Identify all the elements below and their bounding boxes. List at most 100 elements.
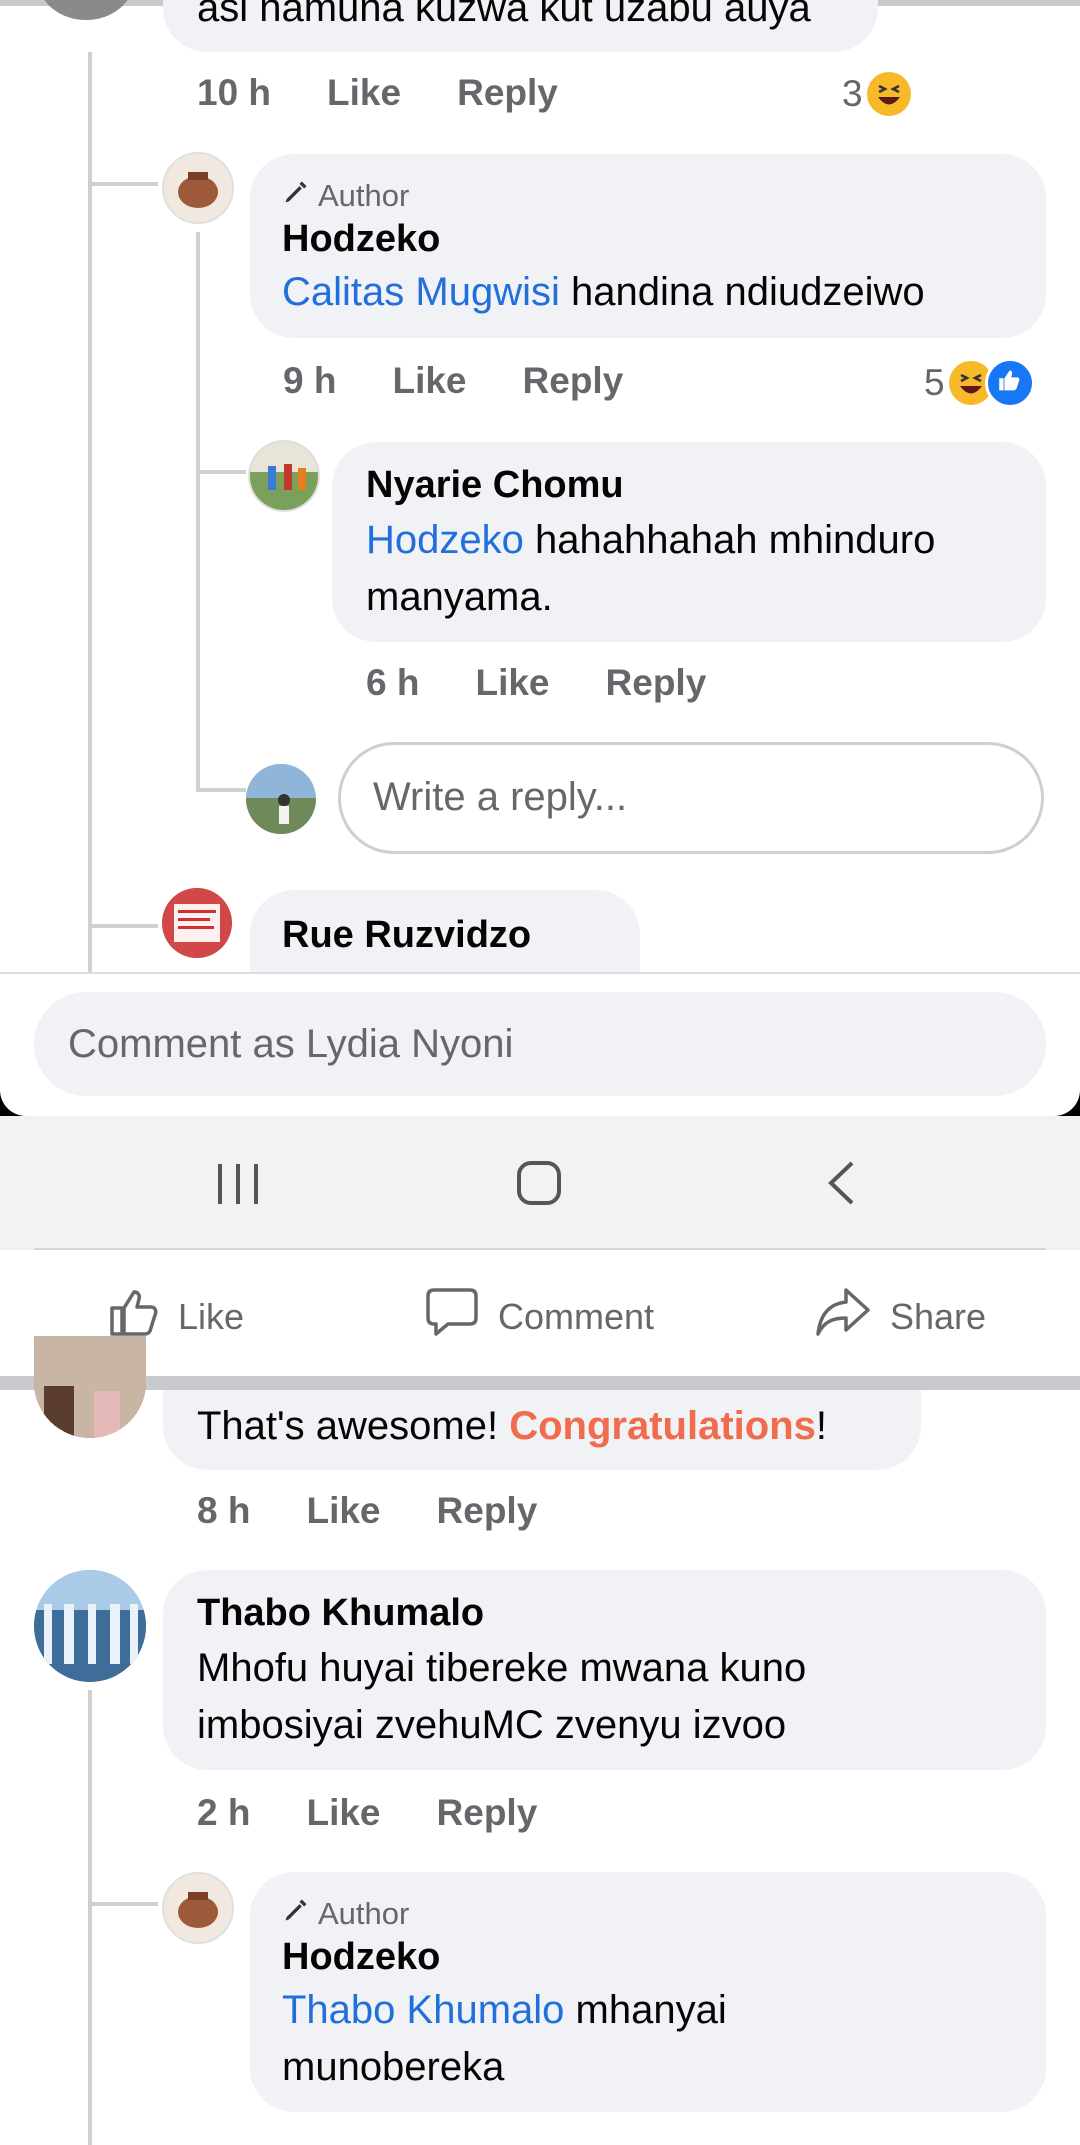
timestamp: 9 h: [283, 360, 337, 401]
avatar[interactable]: [38, 0, 134, 20]
comment-button[interactable]: Comment: [424, 1284, 654, 1349]
reply-link[interactable]: Reply: [457, 72, 558, 114]
commenter-name[interactable]: Rue Ruzvidzo: [282, 912, 531, 958]
comment-text: Thabo Khumalo mhanyai: [282, 1982, 727, 2039]
thread-connector: [196, 788, 246, 792]
timestamp: 10 h: [197, 72, 272, 113]
comment-body-end: !: [815, 1404, 828, 1448]
haha-icon: [866, 72, 911, 116]
highlight-word: Congratulations: [509, 1404, 816, 1448]
comment-meta: 10 h Like Reply: [197, 72, 614, 114]
profile-photo-icon: [246, 764, 316, 834]
comment-bubble: Rue Ruzvidzo: [250, 890, 640, 975]
like-link[interactable]: Like: [392, 360, 466, 402]
profile-photo-icon: [34, 1336, 146, 1438]
like-link[interactable]: Like: [306, 1490, 380, 1532]
share-button[interactable]: Share: [814, 1284, 986, 1349]
thread-connector: [196, 470, 246, 474]
like-link[interactable]: Like: [327, 72, 401, 114]
quote-card-icon: [162, 888, 232, 958]
waterfall-photo-icon: [34, 1570, 146, 1682]
commenter-name[interactable]: Nyarie Chomu: [366, 462, 624, 508]
avatar[interactable]: [34, 1570, 146, 1682]
comment-text: Calitas Mugwisi handina ndiudzeiwo: [282, 264, 925, 321]
comment-bubble: Author Hodzeko Calitas Mugwisi handina n…: [250, 154, 1046, 338]
author-badge: Author: [282, 1894, 409, 1934]
reply-link[interactable]: Reply: [606, 662, 707, 704]
section-divider: [0, 1376, 1080, 1390]
mention-link[interactable]: Hodzeko: [366, 518, 524, 562]
thread-line: [196, 232, 200, 792]
reply-input[interactable]: Write a reply...: [338, 742, 1044, 854]
author-badge-label: Author: [318, 1896, 410, 1931]
pot-logo-icon: [178, 1892, 218, 1928]
share-button-label: Share: [890, 1295, 987, 1337]
comment-body: handina ndiudzeiwo: [559, 270, 925, 314]
comment-text: That's awesome! Congratulations!: [197, 1398, 827, 1455]
reaction-summary[interactable]: 5: [924, 358, 1035, 408]
thread-connector: [88, 1902, 158, 1906]
comment-body: That's awesome!: [197, 1404, 510, 1448]
recent-apps-icon[interactable]: [216, 1164, 260, 1209]
thread-line: [88, 52, 92, 972]
comment-bubble: Thabo Khumalo Mhofu huyai tibereke mwana…: [163, 1570, 1046, 1770]
home-icon[interactable]: [516, 1160, 562, 1211]
comment-bubble: asi namuna kuzwa kut uzabu auya: [163, 0, 878, 52]
reaction-summary[interactable]: 3: [842, 72, 911, 116]
comment-meta: 6 h Like Reply: [366, 662, 762, 704]
back-icon[interactable]: [826, 1160, 856, 1211]
comment-text: Hodzeko hahahhahah mhinduro: [366, 512, 935, 569]
pencil-icon: [282, 1896, 310, 1932]
user-avatar: [246, 764, 316, 834]
author-badge-label: Author: [318, 178, 410, 213]
timestamp: 2 h: [197, 1792, 251, 1833]
commenter-name[interactable]: Hodzeko: [282, 216, 440, 262]
comment-bubble: Nyarie Chomu Hodzeko hahahhahah mhinduro…: [332, 442, 1046, 642]
comment-bar: Comment as Lydia Nyoni: [0, 972, 1080, 1116]
reaction-count: 3: [842, 73, 863, 114]
comment-body-line: hahahhahah mhinduro: [523, 518, 936, 562]
comment-bubble: That's awesome! Congratulations!: [163, 1390, 921, 1470]
reaction-count: 5: [924, 362, 945, 403]
avatar[interactable]: [162, 888, 232, 958]
avatar[interactable]: [248, 440, 320, 512]
reply-link[interactable]: Reply: [523, 360, 624, 402]
share-arrow-icon: [814, 1284, 872, 1349]
comment-meta: 9 h Like Reply: [283, 360, 679, 402]
comment-text: asi namuna kuzwa kut uzabu auya: [197, 0, 811, 30]
pot-logo-icon: [178, 172, 218, 208]
like-link[interactable]: Like: [306, 1792, 380, 1834]
like-reaction-icon: [984, 358, 1035, 408]
comment-body-line: imbosiyai zvehuMC zvenyu izvoo: [197, 1703, 787, 1747]
comment-meta: 2 h Like Reply: [197, 1792, 593, 1834]
comment-input[interactable]: Comment as Lydia Nyoni: [34, 992, 1046, 1096]
commenter-name[interactable]: Thabo Khumalo: [197, 1590, 484, 1636]
comment-body-line: mhanyai: [564, 1988, 727, 2032]
mention-link[interactable]: Thabo Khumalo: [282, 1988, 564, 2032]
comment-body-line: manyama.: [366, 575, 553, 619]
thread-line: [88, 1690, 92, 2145]
reply-link[interactable]: Reply: [437, 1792, 538, 1834]
pencil-icon: [282, 178, 310, 214]
commenter-name[interactable]: Hodzeko: [282, 1934, 440, 1980]
comment-body-line: Mhofu huyai tibereke mwana kuno: [197, 1646, 807, 1690]
reply-link[interactable]: Reply: [437, 1490, 538, 1532]
group-photo-icon: [250, 442, 318, 510]
avatar[interactable]: [162, 1872, 234, 1944]
comment-body-line: munobereka: [282, 2045, 505, 2089]
comment-bubble: Author Hodzeko Thabo Khumalo mhanyai mun…: [250, 1872, 1046, 2112]
reply-input-placeholder: Write a reply...: [373, 775, 628, 819]
like-button-label: Like: [178, 1295, 245, 1337]
speech-bubble-icon: [424, 1284, 480, 1349]
like-link[interactable]: Like: [475, 662, 549, 704]
comment-meta: 8 h Like Reply: [197, 1490, 593, 1532]
avatar[interactable]: [162, 152, 234, 224]
post-action-bar: Like Comment Share: [0, 1250, 1080, 1376]
thread-connector: [88, 182, 158, 186]
system-nav-bar: [0, 1116, 1080, 1250]
author-badge: Author: [282, 176, 409, 216]
mention-link[interactable]: Calitas Mugwisi: [282, 270, 560, 314]
avatar[interactable]: [34, 1336, 146, 1438]
thread-connector: [88, 924, 158, 928]
comment-button-label: Comment: [498, 1295, 655, 1337]
